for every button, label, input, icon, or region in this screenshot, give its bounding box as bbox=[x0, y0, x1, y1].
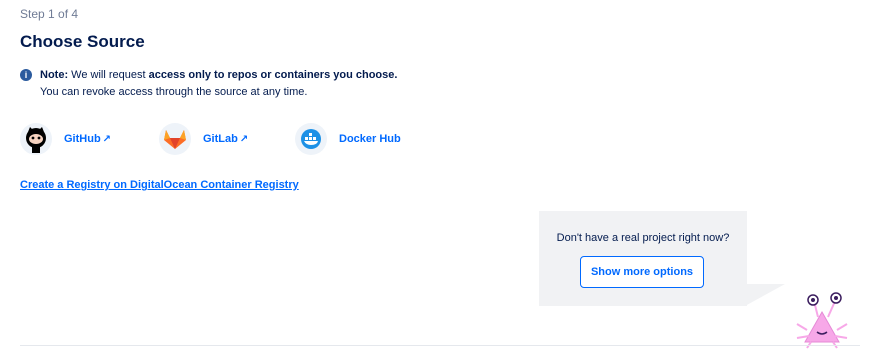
section-divider bbox=[20, 345, 860, 346]
step-indicator: Step 1 of 4 bbox=[20, 7, 79, 21]
note-text: We will request bbox=[71, 69, 146, 81]
note-emphasis: access only to repos or containers you c… bbox=[148, 69, 398, 81]
info-icon: i bbox=[20, 69, 32, 81]
gitlab-icon bbox=[159, 123, 191, 155]
provider-gitlab-label: GitLab bbox=[203, 133, 238, 145]
provider-github-label: GitHub bbox=[64, 133, 101, 145]
provider-docker-hub[interactable]: Docker Hub bbox=[295, 123, 401, 155]
external-link-icon: ↗ bbox=[239, 133, 249, 145]
source-providers: GitHub ↗ GitLab ↗ Docker Hub bbox=[20, 123, 620, 155]
callout-tail bbox=[745, 284, 785, 306]
provider-github[interactable]: GitHub ↗ bbox=[20, 123, 111, 155]
note-line-2: You can revoke access through the source… bbox=[40, 86, 308, 98]
callout-text: Don't have a real project right now? bbox=[556, 232, 730, 244]
note-line-1: Note: We will request access only to rep… bbox=[40, 67, 397, 84]
docker-icon bbox=[295, 123, 327, 155]
page-title: Choose Source bbox=[20, 32, 145, 51]
create-registry-link[interactable]: Create a Registry on DigitalOcean Contai… bbox=[20, 179, 299, 191]
note-label: Note: bbox=[40, 69, 69, 81]
provider-docker-hub-label: Docker Hub bbox=[339, 133, 401, 145]
demo-options-callout: Don't have a real project right now? Sho… bbox=[539, 211, 747, 306]
github-icon bbox=[20, 123, 52, 155]
external-link-icon: ↗ bbox=[102, 133, 112, 145]
show-more-options-button[interactable]: Show more options bbox=[580, 256, 704, 288]
provider-gitlab[interactable]: GitLab ↗ bbox=[159, 123, 248, 155]
sammy-mascot-icon bbox=[796, 292, 848, 349]
